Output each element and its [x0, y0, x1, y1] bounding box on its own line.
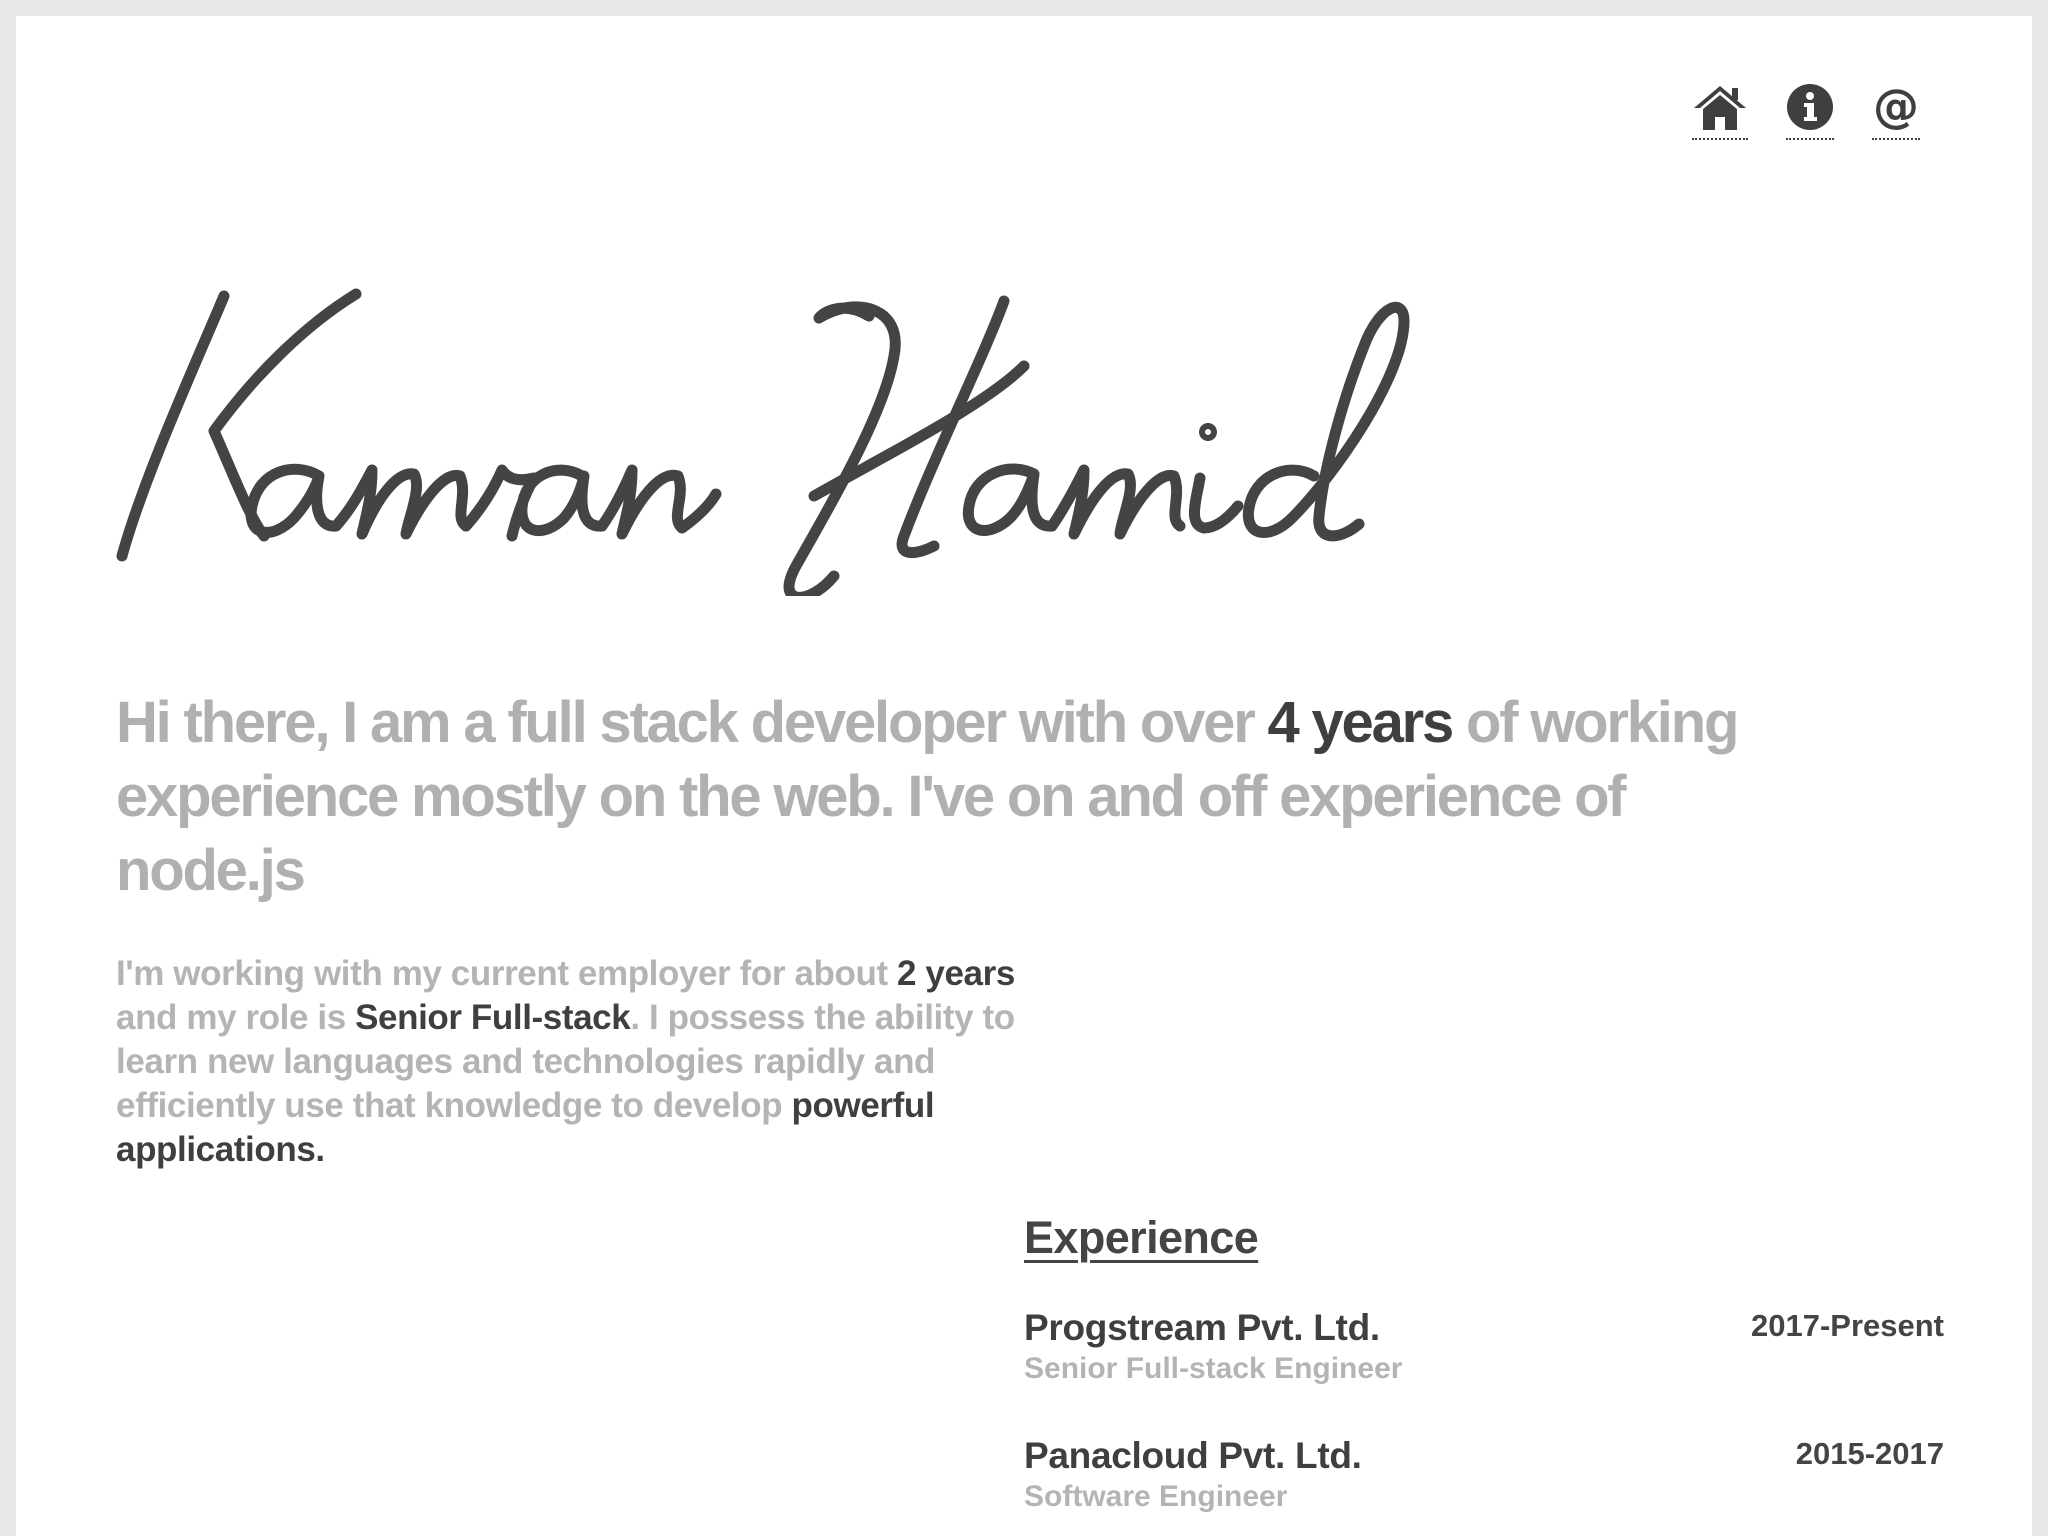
- intro-text-1: Hi there, I am a full stack developer wi…: [116, 690, 1268, 755]
- info-icon: [1787, 84, 1833, 130]
- job-entry: Panacloud Pvt. Ltd. Software Engineer 20…: [1024, 1434, 1944, 1516]
- intro-paragraph: Hi there, I am a full stack developer wi…: [116, 686, 1756, 908]
- experience-section: Experience Progstream Pvt. Ltd. Senior F…: [1024, 1212, 1944, 1536]
- at-icon: @: [1873, 82, 1919, 132]
- about-highlight-years: 2 years: [897, 954, 1015, 993]
- nav-contact-link[interactable]: @: [1872, 82, 1920, 140]
- signature-logo: [116, 288, 1410, 596]
- nav-info-link[interactable]: [1786, 82, 1834, 140]
- job-period: 2015-2017: [1795, 1436, 1944, 1471]
- intro-highlight-years: 4 years: [1267, 690, 1454, 755]
- job-entry: Progstream Pvt. Ltd. Senior Full-stack E…: [1024, 1306, 1944, 1388]
- about-text-2: and my role is: [116, 998, 356, 1037]
- home-icon: [1694, 86, 1746, 130]
- svg-text:@: @: [1873, 82, 1919, 132]
- job-role: Senior Full-stack Engineer: [1024, 1352, 1403, 1385]
- page: @ Hi there, I am a full stack developer …: [16, 16, 2032, 1536]
- about-paragraph: I'm working with my current employer for…: [116, 952, 1016, 1172]
- top-nav: @: [1692, 82, 1920, 140]
- about-text-1: I'm working with my current employer for…: [116, 954, 898, 993]
- job-role: Software Engineer: [1024, 1480, 1288, 1513]
- experience-heading: Experience: [1024, 1212, 1259, 1263]
- job-period: 2017-Present: [1750, 1308, 1944, 1343]
- about-highlight-role: Senior Full-stack: [355, 998, 631, 1037]
- nav-home-link[interactable]: [1692, 82, 1748, 140]
